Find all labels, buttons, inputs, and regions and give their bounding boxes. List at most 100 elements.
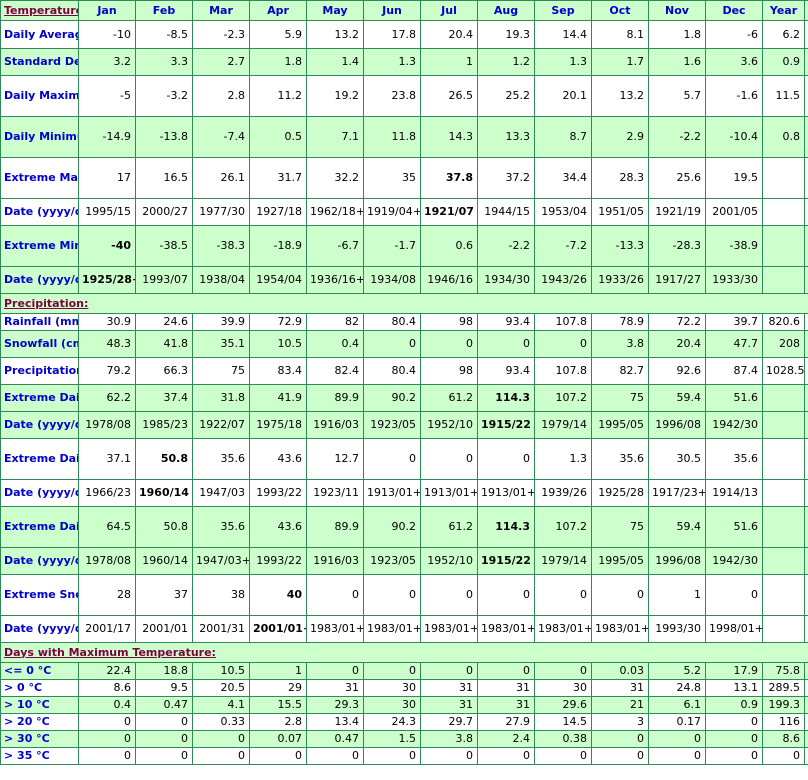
cell-aug: 0 [477,747,535,765]
cell-feb: 1960/14 [135,479,193,507]
cell-nov: 1.6 [648,48,706,76]
cell-oct: 21 [591,696,649,714]
cell-oct: 31 [591,679,649,697]
cell-year: 0.8 [762,116,805,158]
cell-code [804,506,808,548]
cell-jul: 61.2 [420,384,478,412]
cell-jan: 0.4 [78,696,136,714]
table-row: Extreme Daily Rainfall (mm)62.237.431.84… [0,384,808,412]
cell-nov: 0 [648,730,706,748]
cell-sep: 1983/01+ [534,615,592,643]
cell-may: 13.4 [306,713,364,731]
cell-year [762,479,805,507]
cell-code [804,411,808,439]
cell-nov: 1993/30 [648,615,706,643]
column-header-oct: Oct [591,0,649,21]
cell-nov: -2.2 [648,116,706,158]
cell-sep: 1953/04 [534,198,592,226]
cell-nov: 1996/08 [648,547,706,575]
cell-aug: 93.4 [477,313,535,331]
cell-feb: 2001/01 [135,615,193,643]
row-label: > 35 °C [0,747,79,765]
cell-jul: 1 [420,48,478,76]
cell-mar: 75 [192,357,250,385]
cell-jun: 1.5 [363,730,421,748]
cell-jul: 1921/07 [420,198,478,226]
cell-jul: 31 [420,679,478,697]
cell-dec: -38.9 [705,225,763,267]
row-label: Daily Maximum (°C) [0,75,79,117]
cell-feb: -3.2 [135,75,193,117]
cell-oct: 13.2 [591,75,649,117]
cell-code [804,438,808,480]
cell-mar: 0 [192,730,250,748]
cell-year: 11.5 [762,75,805,117]
cell-may: 31 [306,679,364,697]
cell-oct: 28.3 [591,157,649,199]
section-header-precipitation: Precipitation: [0,293,808,314]
cell-code [804,225,808,267]
cell-apr: 1927/18 [249,198,307,226]
table-row: Daily Average (°C)-10-8.5-2.35.913.217.8… [0,20,808,49]
cell-jul: 98 [420,313,478,331]
table-row: > 35 °C0000000000000A [0,747,808,765]
cell-aug: 1983/01+ [477,615,535,643]
cell-nov: 0 [648,747,706,765]
cell-jul: 0.6 [420,225,478,267]
cell-may: 7.1 [306,116,364,158]
cell-nov: 1921/19 [648,198,706,226]
cell-jun: 35 [363,157,421,199]
cell-dec: 0 [705,574,763,616]
cell-mar: 4.1 [192,696,250,714]
cell-jan: 17 [78,157,136,199]
cell-sep: 34.4 [534,157,592,199]
cell-sep: 107.2 [534,506,592,548]
cell-mar: 1977/30 [192,198,250,226]
cell-may: 19.2 [306,75,364,117]
cell-nov: 1.8 [648,20,706,49]
cell-mar: 10.5 [192,662,250,680]
cell-nov: 59.4 [648,384,706,412]
cell-jan: -40 [78,225,136,267]
cell-year: 199.3 [762,696,805,714]
cell-mar: 2001/31 [192,615,250,643]
cell-year: 0 [762,747,805,765]
cell-code: A [804,75,808,117]
cell-sep: 107.2 [534,384,592,412]
column-header-aug: Aug [477,0,535,21]
cell-dec: 0 [705,747,763,765]
table-row: Extreme Daily Precipitation (mm)64.550.8… [0,506,808,548]
cell-aug: 27.9 [477,713,535,731]
cell-jun: 1913/01+ [363,479,421,507]
cell-aug: 19.3 [477,20,535,49]
cell-jun: 1919/04+ [363,198,421,226]
cell-oct: 1925/28 [591,479,649,507]
cell-jun: 90.2 [363,384,421,412]
cell-oct: 1951/05 [591,198,649,226]
table-row: <= 0 °C 22.4 18.8 10.5 1 0 0 0 0 0 0.03 5.2 17.9 75.8… [0,662,808,680]
cell-code: A [804,48,808,76]
row-label: Date (yyyy/dd) [0,615,79,643]
cell-jun: 0 [363,574,421,616]
cell-oct: 2.9 [591,116,649,158]
cell-aug: 93.4 [477,357,535,385]
cell-aug: 25.2 [477,75,535,117]
column-header-nov: Nov [648,0,706,21]
cell-jun: 80.4 [363,313,421,331]
cell-code [804,266,808,294]
cell-apr: 1975/18 [249,411,307,439]
cell-jun: 24.3 [363,713,421,731]
section-header-days-with-max-temp-label: Days with Maximum Temperature: [0,642,808,663]
cell-sep: 20.1 [534,75,592,117]
cell-oct: 78.9 [591,313,649,331]
table-header-row: Temperature:JanFebMarAprMayJunJulAugSepO… [0,0,808,21]
row-label: > 0 °C [0,679,79,697]
column-header-jun: Jun [363,0,421,21]
cell-oct: 0 [591,574,649,616]
cell-jun: 30 [363,679,421,697]
cell-aug: 1934/30 [477,266,535,294]
cell-code: A [804,696,808,714]
cell-nov: 0.17 [648,713,706,731]
cell-code: A [804,313,808,331]
cell-aug: 13.3 [477,116,535,158]
